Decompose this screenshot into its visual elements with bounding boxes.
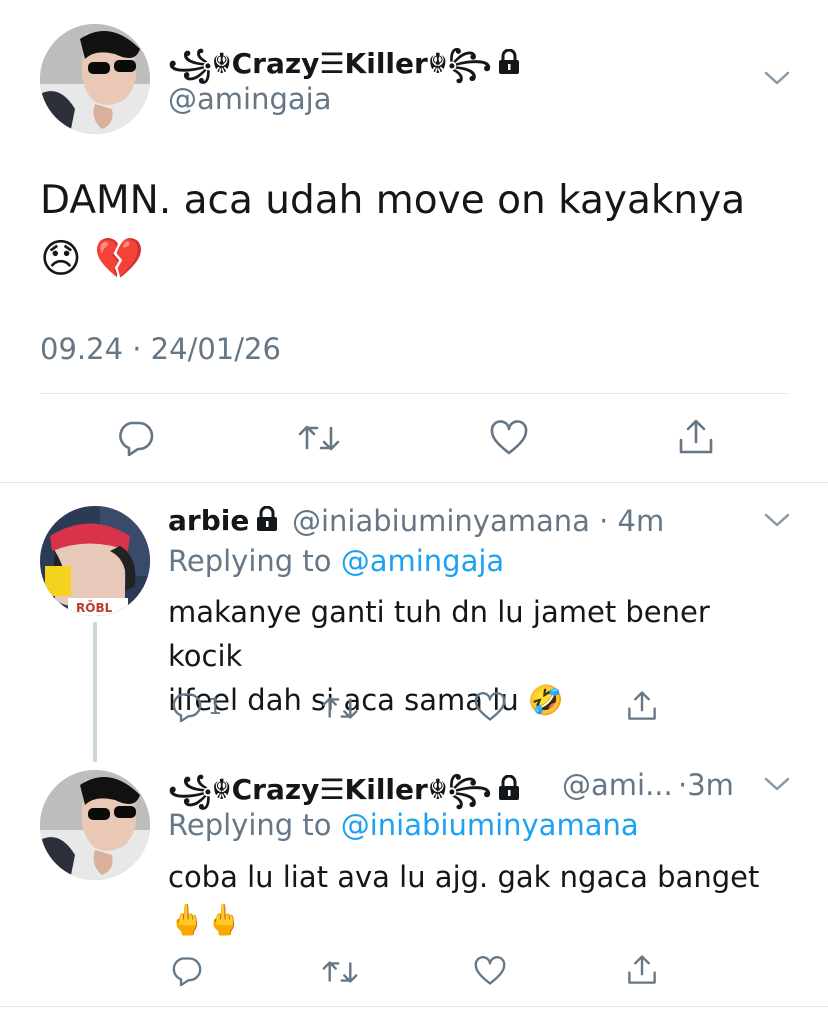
like-button[interactable] bbox=[490, 420, 528, 456]
share-icon bbox=[628, 691, 656, 720]
replying-to: Replying to @amingaja bbox=[168, 544, 505, 578]
like-button[interactable] bbox=[474, 692, 506, 722]
retweet-button[interactable] bbox=[298, 422, 340, 454]
reply-icon bbox=[172, 693, 202, 722]
replying-to-link[interactable]: @amingaja bbox=[341, 544, 504, 578]
divider bbox=[0, 1006, 828, 1007]
handle[interactable]: @amingaja bbox=[168, 82, 331, 116]
reply-button[interactable] bbox=[170, 956, 202, 986]
tweet-emoji: 😞 💔 bbox=[40, 236, 145, 282]
avatar-image bbox=[40, 770, 150, 880]
svg-text:RŌBL: RŌBL bbox=[76, 600, 113, 615]
lock-icon bbox=[497, 48, 521, 82]
lock-icon bbox=[255, 505, 279, 539]
retweet-button[interactable] bbox=[322, 958, 358, 986]
like-button[interactable] bbox=[474, 956, 506, 986]
avatar-image bbox=[40, 24, 150, 134]
display-name[interactable]: arbie bbox=[168, 504, 279, 539]
timestamp[interactable]: 09.24 · 24/01/26 bbox=[40, 332, 281, 366]
avatar[interactable] bbox=[40, 770, 150, 880]
time: ·3m bbox=[678, 768, 734, 802]
reply-count: 1 bbox=[208, 694, 222, 720]
avatar[interactable] bbox=[40, 24, 150, 134]
reply-text: coba lu liat ava lu ajg. gak ngaca bange… bbox=[168, 860, 760, 938]
divider bbox=[40, 393, 788, 394]
time: · 4m bbox=[599, 504, 665, 538]
retweet-button[interactable] bbox=[322, 694, 358, 722]
reply-button[interactable] bbox=[116, 420, 154, 456]
lock-icon bbox=[497, 774, 521, 808]
retweet-icon bbox=[322, 697, 358, 719]
handle[interactable]: @iniabiuminyamana · 4m bbox=[292, 504, 664, 538]
share-button[interactable] bbox=[626, 954, 658, 986]
avatar-image: RŌBL bbox=[40, 506, 150, 616]
share-icon bbox=[679, 419, 713, 454]
heart-icon bbox=[474, 956, 506, 985]
retweet-icon bbox=[298, 425, 340, 451]
replying-to-link[interactable]: @iniabiuminyamana bbox=[341, 808, 639, 842]
reply-icon bbox=[119, 421, 154, 456]
chevron-down-icon[interactable] bbox=[764, 512, 790, 532]
share-icon bbox=[628, 955, 656, 984]
heart-icon bbox=[490, 420, 528, 455]
tweet-text: DAMN. aca udah move on kayaknya bbox=[40, 178, 746, 223]
chevron-down-icon[interactable] bbox=[764, 776, 790, 796]
thread-line bbox=[93, 622, 97, 762]
share-button[interactable] bbox=[677, 418, 715, 456]
share-button[interactable] bbox=[626, 690, 658, 722]
divider bbox=[0, 482, 828, 483]
heart-icon bbox=[474, 692, 506, 721]
handle[interactable]: @ami... bbox=[562, 768, 673, 802]
replying-to: Replying to @iniabiuminyamana bbox=[168, 808, 639, 842]
avatar[interactable]: RŌBL bbox=[40, 506, 150, 616]
reply-button[interactable]: 1 bbox=[170, 692, 222, 722]
reply-icon bbox=[172, 957, 202, 986]
retweet-icon bbox=[322, 961, 358, 983]
chevron-down-icon[interactable] bbox=[764, 70, 790, 90]
